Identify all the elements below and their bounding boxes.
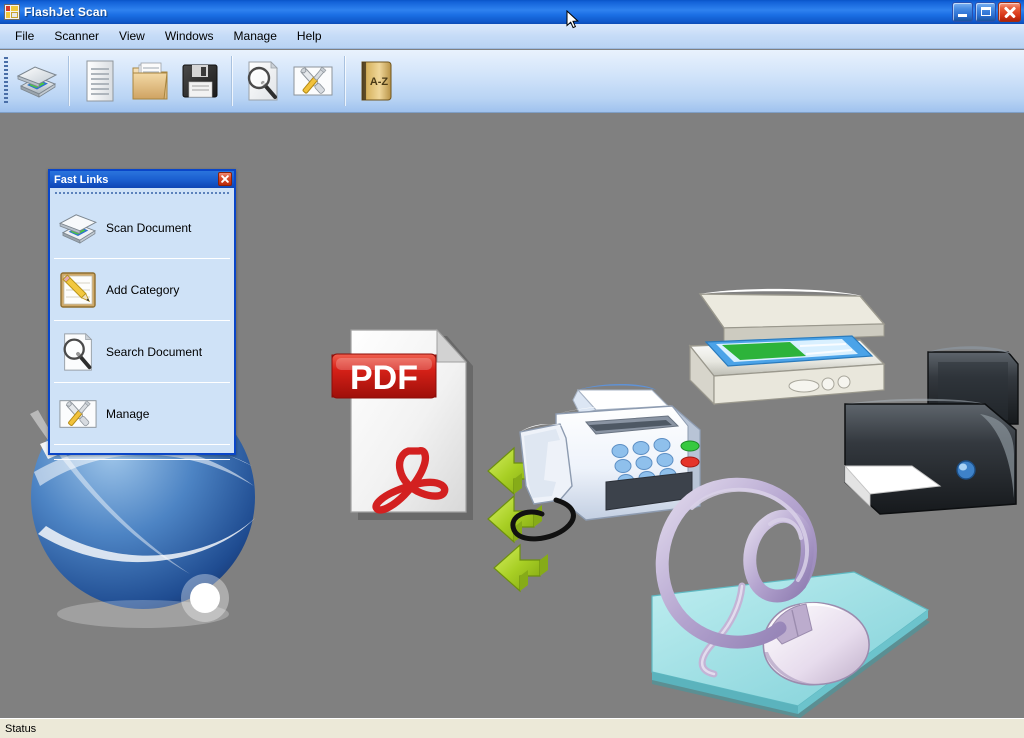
scanner-icon <box>56 206 100 250</box>
floppy-save-icon <box>180 61 220 101</box>
menu-item-file[interactable]: File <box>6 26 43 46</box>
fast-links-item-label: Scan Document <box>106 220 192 235</box>
toolbar-button-document[interactable] <box>75 55 125 107</box>
menu-item-view[interactable]: View <box>110 26 154 46</box>
pencil-note-icon <box>56 268 100 312</box>
menu-item-scanner[interactable]: Scanner <box>45 26 108 46</box>
fast-links-item-scan-document[interactable]: Scan Document <box>54 197 230 259</box>
workspace: PDF @ Fast Links Scan Document Add Categ… <box>0 114 1024 718</box>
fast-links-list: Scan Document Add Category Search Docume… <box>50 197 234 460</box>
close-button[interactable] <box>998 2 1021 22</box>
fast-links-item-search-document[interactable]: Search Document <box>54 321 230 383</box>
flatbed-scanner-graphic <box>688 288 886 406</box>
minimize-button[interactable] <box>952 2 973 22</box>
fast-links-item-label: Add Category <box>106 282 180 297</box>
toolbar-button-index[interactable]: A-Z <box>351 55 401 107</box>
window-title: FlashJet Scan <box>24 5 108 19</box>
status-bar: Status <box>0 718 1024 738</box>
toolbar: A-Z <box>0 50 1024 113</box>
folder-documents-icon <box>130 60 170 102</box>
menu-item-manage[interactable]: Manage <box>225 26 286 46</box>
at-symbol-label: @ <box>0 114 1 115</box>
document-icon <box>83 59 117 103</box>
status-text: Status <box>5 722 37 735</box>
fast-links-item-label: Manage <box>106 406 150 421</box>
title-bar: FlashJet Scan <box>0 0 1024 24</box>
window-controls <box>952 2 1021 22</box>
menu-item-windows[interactable]: Windows <box>156 26 223 46</box>
menu-bar: File Scanner View Windows Manage Help <box>0 24 1024 49</box>
toolbar-button-search[interactable] <box>238 55 288 107</box>
fast-links-item-label: Search Document <box>106 344 203 359</box>
scanner-icon <box>15 64 59 98</box>
pdf-label: PDF <box>350 359 418 397</box>
svg-text:A-Z: A-Z <box>370 76 389 88</box>
maximize-button[interactable] <box>975 2 996 22</box>
toolbar-grip[interactable] <box>4 57 8 105</box>
fast-links-footer <box>54 445 230 460</box>
fast-links-item-add-category[interactable]: Add Category <box>54 259 230 321</box>
tools-manage-icon <box>291 61 335 101</box>
magnifier-search-icon <box>243 59 283 103</box>
toolbar-button-categories[interactable] <box>125 55 175 107</box>
toolbar-button-save[interactable] <box>175 55 225 107</box>
toolbar-button-scan[interactable] <box>12 55 62 107</box>
pdf-document-graphic: PDF <box>331 328 473 520</box>
fast-links-grip[interactable] <box>55 190 229 197</box>
application-window: FlashJet Scan File Scanner View Windows … <box>0 0 1024 738</box>
toolbar-separator <box>344 56 345 106</box>
fast-links-title: Fast Links <box>54 173 109 186</box>
magnifier-search-icon <box>56 330 100 374</box>
app-icon <box>4 4 20 20</box>
close-icon[interactable] <box>218 172 232 186</box>
toolbar-separator <box>231 56 232 106</box>
az-book-icon: A-Z <box>356 59 396 103</box>
tools-manage-icon <box>56 392 100 436</box>
toolbar-button-manage[interactable] <box>288 55 338 107</box>
fast-links-title-bar: Fast Links <box>50 171 234 188</box>
menu-item-help[interactable]: Help <box>288 26 331 46</box>
fast-links-item-manage[interactable]: Manage <box>54 383 230 445</box>
toolbar-separator <box>68 56 69 106</box>
fast-links-panel: Fast Links Scan Document Add Category Se… <box>48 169 236 460</box>
